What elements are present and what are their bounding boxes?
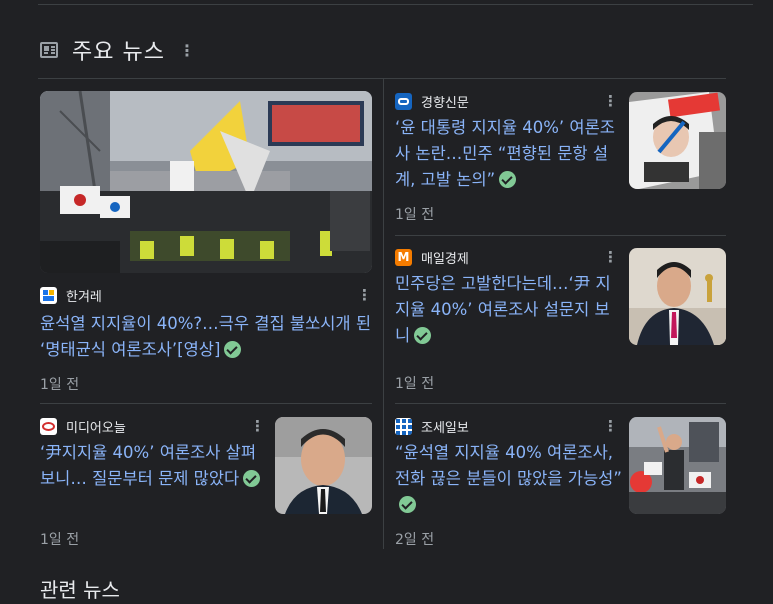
related-news-title: 관련 뉴스 bbox=[40, 578, 120, 602]
article-card-joseilbo[interactable]: 조세일보 ⋮ “윤석열 지지율 40% 여론조사, 전화 끊은 분들이 많았을 … bbox=[395, 416, 726, 551]
article-source: M 매일경제 bbox=[395, 247, 469, 267]
source-name: 한겨레 bbox=[66, 289, 102, 305]
article-age: 1일 전 bbox=[395, 207, 435, 223]
article-age: 1일 전 bbox=[40, 377, 80, 393]
headline-text[interactable]: 윤석열 지지율이 40%?…극우 결집 불쏘시개 된 ‘명태균식 여론조사’[영… bbox=[40, 314, 371, 359]
more-vert-icon[interactable]: ⋮ bbox=[603, 248, 618, 266]
article-image[interactable] bbox=[40, 91, 372, 273]
more-vert-icon[interactable]: ⋮ bbox=[250, 417, 265, 435]
article-thumbnail[interactable] bbox=[629, 417, 726, 514]
article-headline[interactable]: ‘尹지지율 40%’ 여론조사 살펴보니… 질문부터 문제 많았다 bbox=[40, 440, 268, 492]
more-vert-icon[interactable]: ⋮ bbox=[357, 286, 372, 304]
verified-icon bbox=[414, 327, 432, 344]
mediatoday-logo-icon bbox=[40, 417, 57, 435]
verified-icon bbox=[399, 496, 416, 513]
joseilbo-logo-icon bbox=[395, 417, 412, 435]
kyunghyang-logo-icon bbox=[395, 92, 412, 110]
article-thumbnail[interactable] bbox=[629, 248, 726, 345]
divider bbox=[395, 403, 726, 404]
top-divider bbox=[38, 4, 753, 5]
article-source: 경향신문 bbox=[395, 91, 469, 111]
more-vert-icon[interactable]: ⋮ bbox=[603, 92, 618, 110]
more-vert-icon[interactable]: ⋮ bbox=[603, 417, 618, 435]
header-divider bbox=[38, 78, 726, 79]
article-headline[interactable]: ‘윤 대통령 지지율 40%’ 여론조사 논란…민주 “편향된 문항 설계, 고… bbox=[395, 115, 623, 193]
column-divider bbox=[383, 79, 384, 549]
headline-text[interactable]: “윤석열 지지율 40% 여론조사, 전화 끊은 분들이 많았을 가능성” bbox=[395, 443, 622, 488]
article-age: 2일 전 bbox=[395, 532, 435, 548]
article-headline[interactable]: 민주당은 고발한다는데…‘尹 지지율 40%’ 여론조사 설문지 보니 bbox=[395, 271, 623, 349]
verified-icon bbox=[499, 171, 517, 188]
verified-icon bbox=[224, 341, 242, 358]
section-title: 주요 뉴스 bbox=[72, 40, 165, 65]
more-vert-icon[interactable]: ⋮ bbox=[179, 41, 195, 60]
hankyoreh-logo-icon bbox=[40, 286, 57, 304]
source-name: 매일경제 bbox=[421, 251, 469, 267]
source-name: 미디어오늘 bbox=[66, 420, 126, 436]
article-card-maeil[interactable]: M 매일경제 ⋮ 민주당은 고발한다는데…‘尹 지지율 40%’ 여론조사 설문… bbox=[395, 247, 726, 392]
article-thumbnail[interactable] bbox=[275, 417, 372, 514]
article-headline[interactable]: “윤석열 지지율 40% 여론조사, 전화 끊은 분들이 많았을 가능성” bbox=[395, 440, 623, 518]
article-age: 1일 전 bbox=[395, 376, 435, 392]
article-card-kyunghyang[interactable]: 경향신문 ⋮ ‘윤 대통령 지지율 40%’ 여론조사 논란…민주 “편향된 문… bbox=[395, 91, 726, 226]
headline-text[interactable]: ‘尹지지율 40%’ 여론조사 살펴보니… 질문부터 문제 많았다 bbox=[40, 443, 256, 488]
article-source: 미디어오늘 bbox=[40, 416, 126, 436]
article-card-hankyoreh[interactable]: 한겨레 ⋮ 윤석열 지지율이 40%?…극우 결집 불쏘시개 된 ‘명태균식 여… bbox=[40, 91, 372, 393]
divider bbox=[40, 403, 372, 404]
maeil-logo-icon: M bbox=[395, 248, 412, 266]
article-source: 조세일보 bbox=[395, 416, 469, 436]
article-age: 1일 전 bbox=[40, 532, 80, 548]
article-card-mediatoday[interactable]: 미디어오늘 ⋮ ‘尹지지율 40%’ 여론조사 살펴보니… 질문부터 문제 많았… bbox=[40, 416, 372, 551]
source-name: 경향신문 bbox=[421, 95, 469, 111]
article-headline[interactable]: 윤석열 지지율이 40%?…극우 결집 불쏘시개 된 ‘명태균식 여론조사’[영… bbox=[40, 311, 372, 363]
divider bbox=[395, 235, 726, 236]
source-name: 조세일보 bbox=[421, 420, 469, 436]
article-thumbnail[interactable] bbox=[629, 92, 726, 189]
article-source: 한겨레 bbox=[40, 285, 102, 305]
newspaper-icon bbox=[40, 42, 58, 58]
section-header: 주요 뉴스 ⋮ bbox=[40, 34, 195, 66]
verified-icon bbox=[243, 470, 261, 487]
